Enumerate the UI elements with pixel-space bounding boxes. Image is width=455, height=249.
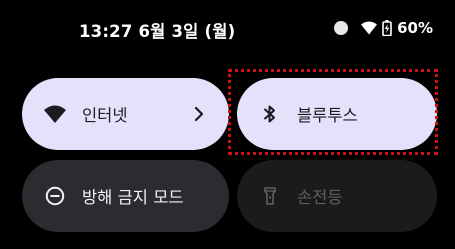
- chevron-right-icon[interactable]: [189, 103, 209, 125]
- notification-dot-icon: [334, 21, 349, 35]
- flashlight-tile[interactable]: 손전등: [237, 160, 437, 232]
- bluetooth-icon: [259, 103, 281, 125]
- bluetooth-label: 블루투스: [297, 106, 358, 125]
- status-icons: 60%: [334, 19, 433, 37]
- status-bar: 13:27 6월 3일 (월) 60%: [0, 0, 455, 62]
- wifi-icon: [44, 103, 66, 125]
- dnd-tile[interactable]: 방해 금지 모드: [22, 160, 229, 232]
- battery-charging-icon: [382, 20, 392, 36]
- wifi-signal-icon: [361, 21, 378, 35]
- internet-label: 인터넷: [82, 106, 128, 125]
- flashlight-label: 손전등: [297, 188, 343, 207]
- do-not-disturb-icon: [44, 185, 66, 207]
- dnd-label: 방해 금지 모드: [82, 188, 184, 207]
- flashlight-icon: [259, 185, 281, 207]
- bluetooth-tile[interactable]: 블루투스: [237, 78, 437, 150]
- internet-tile[interactable]: 인터넷: [22, 78, 229, 150]
- battery-percent: 60%: [397, 19, 433, 37]
- clock-date: 13:27 6월 3일 (월): [79, 22, 236, 41]
